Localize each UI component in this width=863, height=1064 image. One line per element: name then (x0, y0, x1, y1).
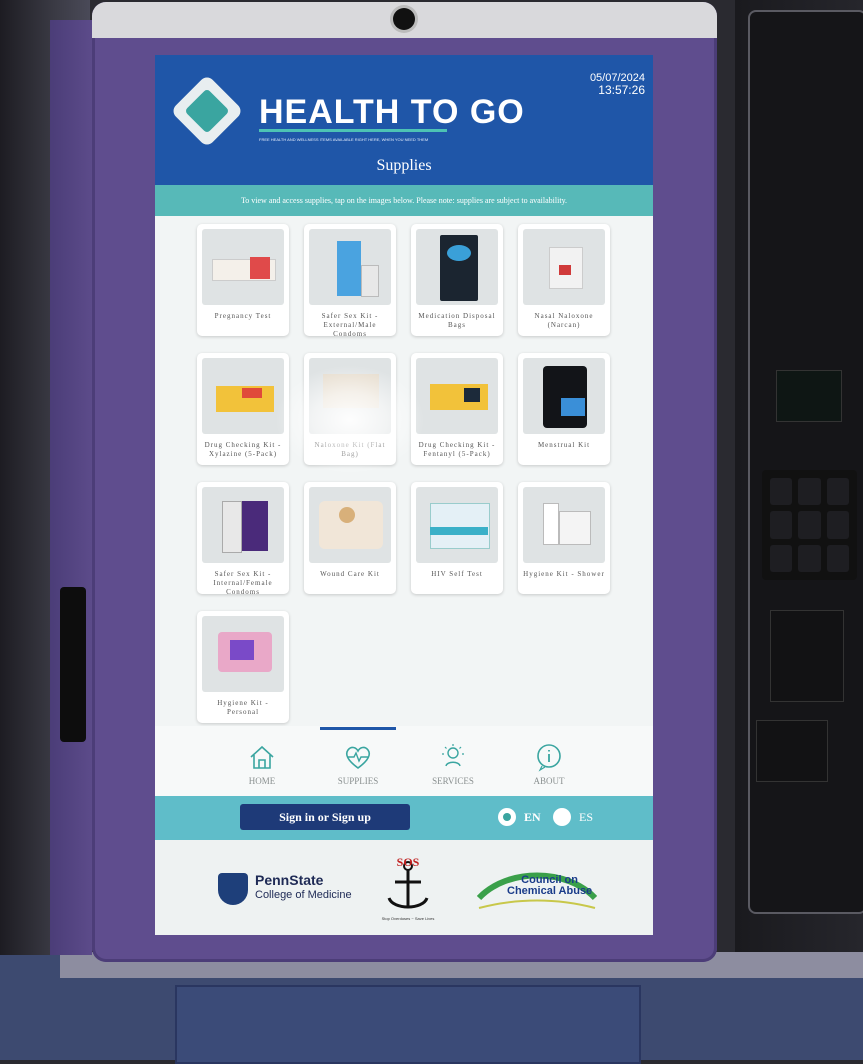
product-label: HIV Self Test (431, 570, 483, 578)
sos-ring-text: Stop Overdoses ~ Save Lives (382, 916, 435, 921)
product-card-pregnancy-test[interactable]: Pregnancy Test (197, 224, 289, 336)
pennstate-shield-icon (218, 873, 248, 905)
camera-icon (393, 8, 415, 30)
services-icon (442, 744, 464, 767)
product-label: Safer Sex Kit - Internal/Female Condoms (213, 570, 273, 596)
datetime: 05/07/2024 13:57:26 (590, 72, 645, 96)
internal-condoms-image (202, 487, 284, 563)
nav-services[interactable]: SERVICES (413, 742, 493, 786)
product-card-hiv-test[interactable]: HIV Self Test (411, 482, 503, 594)
kiosk-door-edge (50, 20, 92, 955)
sos-text: SOS (397, 856, 420, 869)
pennstate-college: College of Medicine (255, 889, 352, 901)
product-card-menstrual-kit[interactable]: Menstrual Kit (518, 353, 610, 465)
product-label: Wound Care Kit (320, 570, 380, 578)
disposal-bag-image (416, 229, 498, 305)
sos-anchor-logo: SOS Stop Overdoses ~ Save Lives (382, 856, 435, 921)
language-es[interactable]: ES (553, 805, 593, 829)
page-title: Supplies (376, 157, 432, 174)
home-icon (250, 745, 274, 769)
nav-about-label: ABOUT (533, 776, 565, 786)
heart-pulse-icon (345, 746, 371, 769)
bottom-nav: HOME SUPPLIES SERVICES ABOUT (155, 726, 653, 796)
kiosk-screen: HEALTH TO GO FREE HEALTH AND WELLNESS IT… (155, 55, 653, 935)
cca-line2: Chemical Abuse (507, 885, 593, 897)
pennstate-name: PennState (255, 872, 324, 888)
product-label: Hygiene Kit - Shower (523, 570, 605, 578)
fentanyl-kit-image (416, 358, 498, 434)
account-bar: Sign in or Sign up EN ES (155, 796, 653, 840)
hiv-test-image (416, 487, 498, 563)
brand-tagline: FREE HEALTH AND WELLNESS ITEMS AVAILABLE… (259, 137, 429, 142)
product-card-naloxone-kit[interactable]: Naloxone Kit (Flat Bag) (304, 353, 396, 465)
nav-active-indicator (320, 727, 396, 730)
condoms-image (309, 229, 391, 305)
cca-name: Council on Chemical Abuse (507, 875, 592, 897)
product-grid: Pregnancy Test Safer Sex Kit - External/… (155, 216, 653, 726)
product-label: Pregnancy Test (214, 312, 272, 320)
partner-footer: PennState College of Medicine SOS Stop O… (155, 840, 653, 935)
product-label: Drug Checking Kit - Fentanyl (5-Pack) (418, 441, 496, 458)
language-es-label: ES (579, 809, 594, 824)
hygiene-shower-image (523, 487, 605, 563)
nav-about[interactable]: ABOUT (509, 742, 589, 786)
product-card-xylazine-kit[interactable]: Drug Checking Kit - Xylazine (5-Pack) (197, 353, 289, 465)
product-card-wound-care[interactable]: Wound Care Kit (304, 482, 396, 594)
naloxone-kit-image (309, 358, 391, 434)
nav-supplies[interactable]: SUPPLIES (318, 742, 398, 786)
pregnancy-test-image (202, 229, 284, 305)
product-card-external-condoms[interactable]: Safer Sex Kit - External/Male Condoms (304, 224, 396, 338)
card-reader (776, 370, 842, 422)
nav-supplies-label: SUPPLIES (337, 776, 379, 786)
app-header: HEALTH TO GO FREE HEALTH AND WELLNESS IT… (155, 55, 653, 185)
narcan-image (523, 229, 605, 305)
nav-home-label: HOME (248, 776, 276, 786)
radio-selected-icon (498, 808, 516, 826)
language-en-label: EN (524, 809, 541, 824)
product-label: Naloxone Kit (Flat Bag) (314, 441, 386, 458)
product-label: Medication Disposal Bags (418, 312, 496, 329)
wound-care-image (309, 487, 391, 563)
product-card-medication-disposal[interactable]: Medication Disposal Bags (411, 224, 503, 336)
product-card-hygiene-shower[interactable]: Hygiene Kit - Shower (518, 482, 610, 594)
time-text: 13:57:26 (598, 83, 645, 97)
brand-title: HEALTH TO GO (259, 93, 525, 131)
hygiene-personal-image (202, 616, 284, 692)
xylazine-kit-image (202, 358, 284, 434)
dispense-bin (175, 985, 641, 1064)
nav-services-label: SERVICES (432, 776, 474, 786)
product-card-fentanyl-kit[interactable]: Drug Checking Kit - Fentanyl (5-Pack) (411, 353, 503, 465)
nav-home[interactable]: HOME (222, 742, 302, 786)
menstrual-kit-image (523, 358, 605, 434)
door-handle[interactable] (60, 587, 86, 742)
physical-keypad (762, 470, 857, 580)
locker-slot (770, 610, 844, 702)
product-label: Safer Sex Kit - External/Male Condoms (321, 312, 379, 338)
product-label: Menstrual Kit (537, 441, 591, 449)
product-card-hygiene-personal[interactable]: Hygiene Kit - Personal (197, 611, 289, 723)
locker-slot (756, 720, 828, 782)
product-label: Drug Checking Kit - Xylazine (5-Pack) (204, 441, 282, 458)
product-label: Hygiene Kit - Personal (217, 699, 269, 716)
product-card-internal-condoms[interactable]: Safer Sex Kit - Internal/Female Condoms (197, 482, 289, 596)
instructions-bar: To view and access supplies, tap on the … (155, 185, 653, 216)
product-card-nasal-naloxone[interactable]: Nasal Naloxone (Narcan) (518, 224, 610, 336)
brand-underline (259, 129, 447, 132)
product-label: Nasal Naloxone (Narcan) (534, 312, 594, 329)
language-en[interactable]: EN (498, 805, 541, 829)
sign-in-button[interactable]: Sign in or Sign up (240, 804, 410, 830)
info-icon (537, 744, 561, 772)
radio-unselected-icon (553, 808, 571, 826)
